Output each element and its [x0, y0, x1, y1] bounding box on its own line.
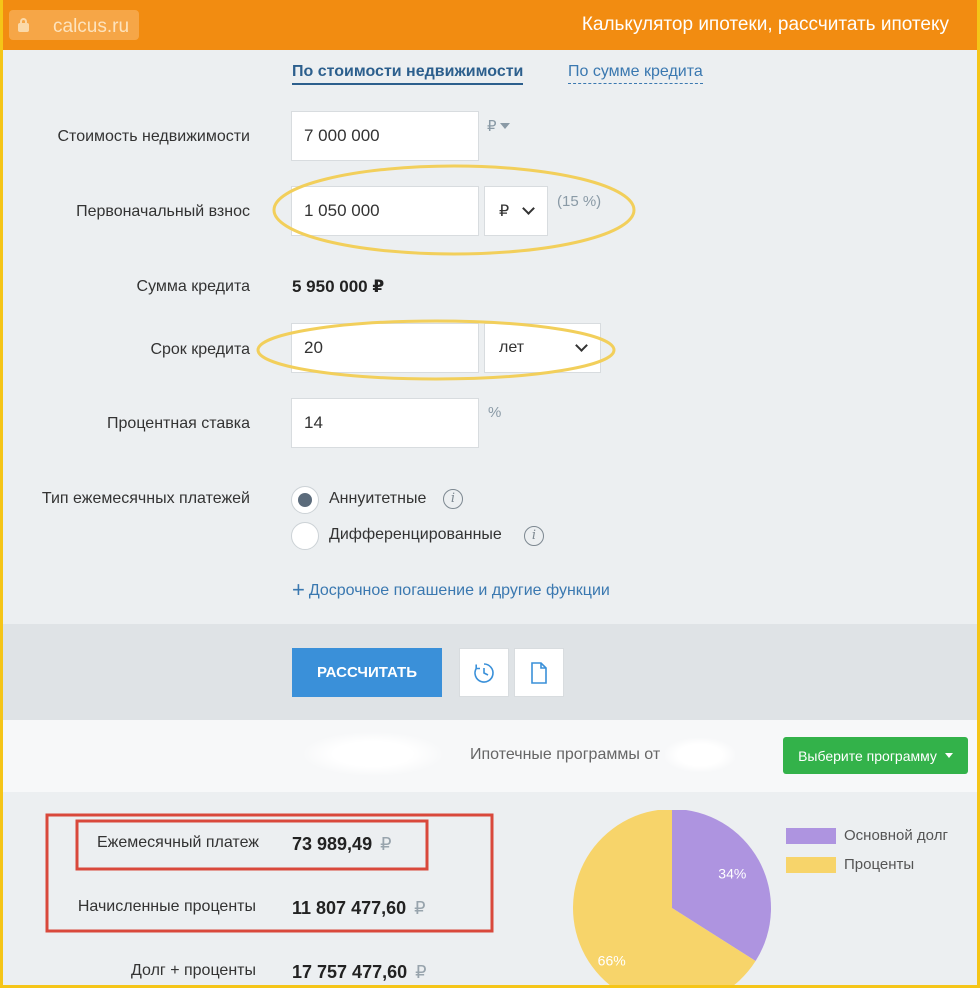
- page-frame: calcus.ru Калькулятор ипотеки, рассчитат…: [0, 0, 980, 988]
- pie-label-principal: 34%: [718, 865, 746, 881]
- caret-down-icon: [944, 753, 953, 758]
- calculate-button[interactable]: РАССЧИТАТЬ: [292, 648, 442, 697]
- property-cost-input[interactable]: 7 000 000: [291, 111, 479, 161]
- radio-annuity-label[interactable]: Аннуитетные: [329, 490, 426, 508]
- choose-program-label: Выберите программу: [798, 747, 937, 764]
- currency-dropdown[interactable]: ₽: [487, 117, 510, 135]
- radio-annuity[interactable]: [291, 486, 319, 514]
- loan-term-label: Срок кредита: [150, 341, 250, 358]
- pie-label-interest: 66%: [598, 953, 626, 969]
- caret-down-icon: [499, 122, 510, 129]
- legend-principal-label: Основной долг: [844, 827, 948, 844]
- page-title: Калькулятор ипотеки, рассчитать ипотеку: [581, 14, 949, 35]
- highlight-ellipse-down-payment: [272, 164, 636, 256]
- interest-rate-label: Процентная ставка: [107, 415, 250, 432]
- blurred-logo: [303, 732, 443, 776]
- interest-rate-input[interactable]: 14: [291, 398, 479, 448]
- plus-icon: +: [292, 577, 305, 602]
- legend-swatch-principal: [786, 828, 836, 844]
- percent-unit: %: [488, 404, 502, 421]
- blurred-bank-name: [665, 738, 735, 772]
- down-payment-label: Первоначальный взнос: [76, 203, 250, 220]
- document-button[interactable]: [514, 648, 564, 697]
- payment-structure-pie: 34% 66%: [573, 810, 771, 985]
- choose-program-button[interactable]: Выберите программу: [783, 737, 968, 774]
- mortgage-programs-bar: Ипотечные программы от Выберите программ…: [3, 720, 977, 792]
- info-icon[interactable]: i: [443, 489, 463, 509]
- tab-by-property-cost[interactable]: По стоимости недвижимости: [292, 63, 524, 85]
- payment-type-label: Тип ежемесячных платежей: [41, 490, 250, 507]
- early-repayment-link-text: Досрочное погашение и другие функции: [308, 582, 610, 599]
- lock-icon: [18, 18, 29, 32]
- clock-icon: [474, 662, 494, 683]
- early-repayment-link[interactable]: + Досрочное погашение и другие функции: [292, 577, 610, 603]
- tab-by-loan-amount[interactable]: По сумме кредита: [568, 63, 703, 84]
- domain-text: calcus.ru: [53, 16, 130, 37]
- highlight-ellipse-term: [256, 319, 616, 381]
- history-button[interactable]: [459, 648, 509, 697]
- radio-differentiated-label[interactable]: Дифференцированные: [329, 526, 502, 544]
- radio-differentiated[interactable]: [291, 522, 319, 550]
- legend-interest-label: Проценты: [844, 856, 915, 873]
- results-panel: Ежемесячный платеж 73 989,49 ₽ Начисленны…: [3, 792, 977, 985]
- property-cost-label: Стоимость недвижимости: [57, 128, 250, 145]
- top-bar: calcus.ru Калькулятор ипотеки, рассчитат…: [3, 0, 977, 50]
- address-bar[interactable]: calcus.ru: [9, 10, 139, 40]
- info-icon[interactable]: i: [524, 526, 544, 546]
- loan-amount-label: Сумма кредита: [136, 278, 250, 295]
- highlight-box-results: [45, 813, 494, 933]
- mortgage-programs-text: Ипотечные программы от: [470, 746, 661, 763]
- document-icon: [531, 661, 547, 684]
- legend-swatch-interest: [786, 857, 836, 873]
- currency-symbol: ₽: [487, 118, 497, 135]
- loan-amount-value: 5 950 000 ₽: [292, 277, 385, 296]
